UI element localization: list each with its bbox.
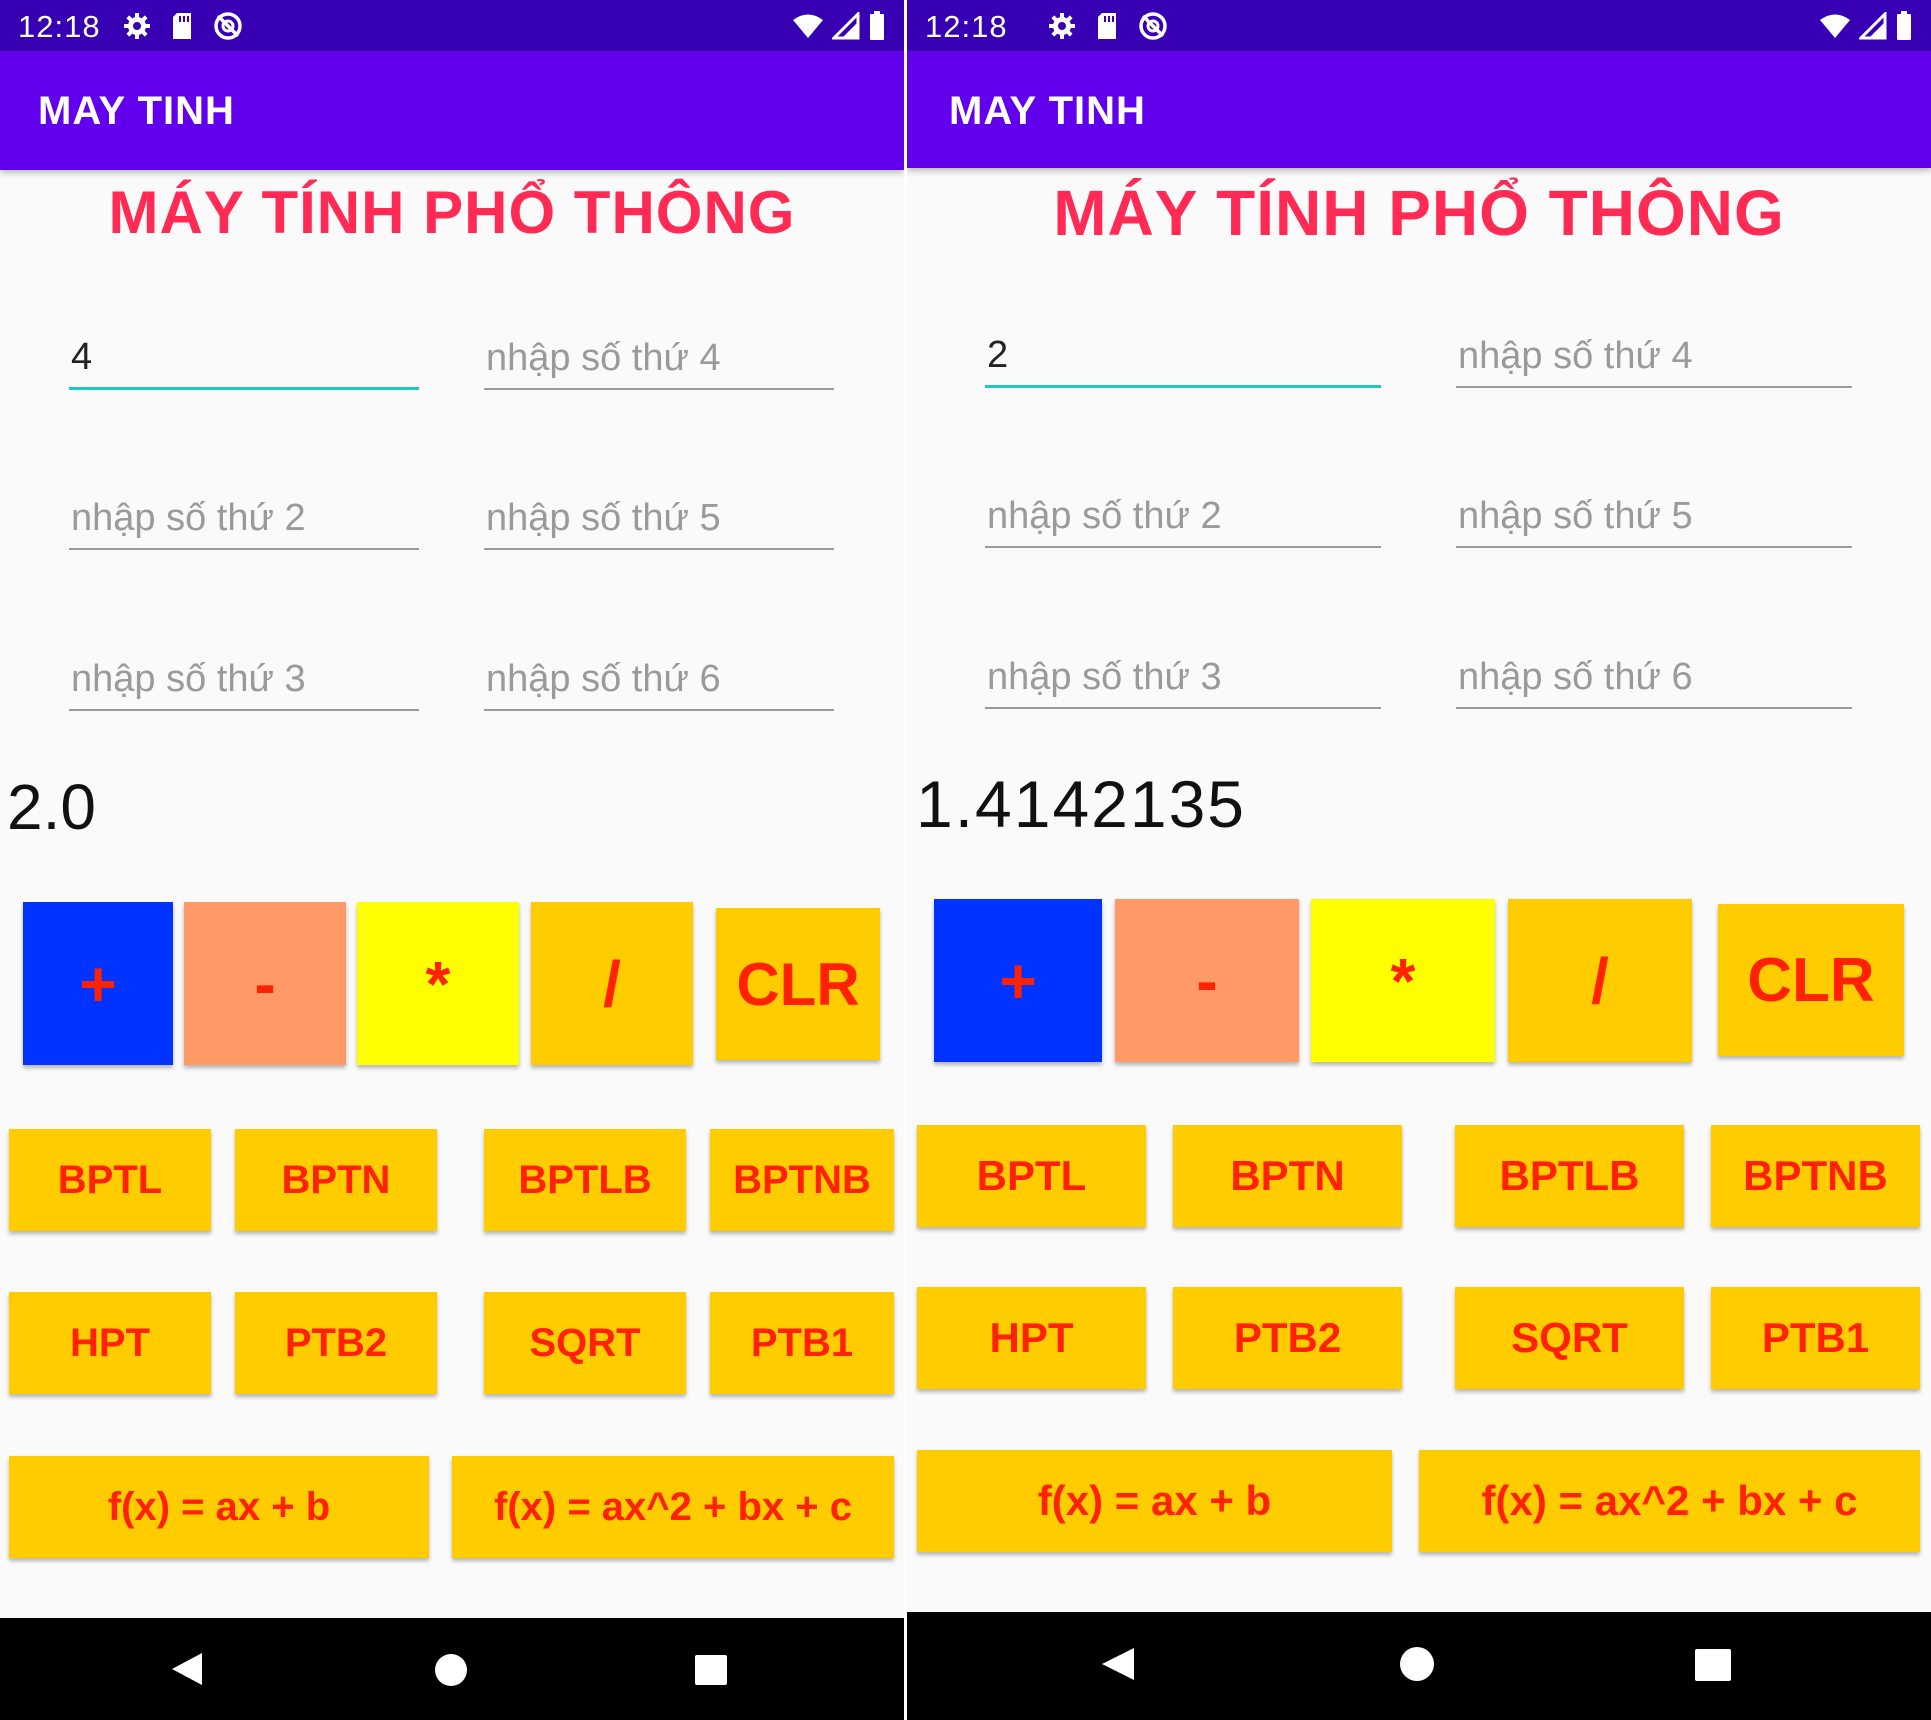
phone-screen-left: 12:18 MAY TINH MÁY TÍNH PHỔ THÔNG 4 nhập… (0, 0, 904, 1720)
navigation-bar (0, 1618, 904, 1720)
back-icon[interactable] (1100, 1646, 1136, 1682)
clear-button[interactable]: CLR (716, 908, 880, 1060)
linear-function-button[interactable]: f(x) = ax + b (917, 1450, 1392, 1552)
number-input-6[interactable]: nhập số thứ 6 (1456, 656, 1852, 709)
minus-button[interactable]: - (184, 902, 346, 1065)
navigation-bar (907, 1612, 1931, 1720)
app-title: MAY TINH (38, 89, 235, 133)
home-icon[interactable] (434, 1653, 468, 1687)
quadratic-function-button[interactable]: f(x) = ax^2 + bx + c (1419, 1450, 1920, 1552)
status-time: 12:18 (18, 9, 101, 44)
ptb1-button[interactable]: PTB1 (1711, 1287, 1920, 1389)
number-input-6-placeholder: nhập số thứ 6 (486, 658, 721, 700)
status-bar: 12:18 (907, 0, 1931, 51)
number-input-2-placeholder: nhập số thứ 2 (987, 495, 1222, 537)
multiply-button[interactable]: * (357, 902, 519, 1065)
page-heading: MÁY TÍNH PHỔ THÔNG (108, 179, 796, 246)
bptlb-button[interactable]: BPTLB (1455, 1125, 1684, 1227)
app-title: MAY TINH (949, 89, 1146, 133)
status-bar: 12:18 (0, 0, 904, 51)
number-input-6[interactable]: nhập số thứ 6 (484, 658, 834, 711)
sqrt-button[interactable]: SQRT (484, 1292, 686, 1394)
number-input-4[interactable]: nhập số thứ 4 (484, 337, 834, 390)
signal-icon (1859, 12, 1887, 40)
sd-card-icon (1098, 13, 1116, 39)
no-sync-icon (1139, 12, 1167, 40)
signal-icon (832, 12, 860, 40)
bptl-button[interactable]: BPTL (9, 1129, 211, 1231)
app-bar: MAY TINH (0, 51, 904, 170)
multiply-button[interactable]: * (1311, 899, 1495, 1062)
number-input-1-value: 4 (71, 336, 93, 378)
result-display: 2.0 (7, 771, 96, 843)
minus-button[interactable]: - (1115, 899, 1299, 1062)
bptlb-button[interactable]: BPTLB (484, 1129, 686, 1231)
bptnb-button[interactable]: BPTNB (710, 1129, 894, 1231)
battery-icon (1897, 11, 1911, 40)
number-input-2[interactable]: nhập số thứ 2 (985, 495, 1381, 548)
number-input-3[interactable]: nhập số thứ 3 (69, 658, 419, 711)
plus-button[interactable]: + (23, 902, 173, 1065)
app-bar: MAY TINH (907, 51, 1931, 168)
number-input-3-placeholder: nhập số thứ 3 (987, 656, 1222, 698)
number-input-1-value: 2 (987, 334, 1009, 376)
settings-icon (1049, 13, 1075, 39)
number-input-6-placeholder: nhập số thứ 6 (1458, 656, 1693, 698)
divide-button[interactable]: / (1508, 899, 1692, 1062)
home-icon[interactable] (1399, 1646, 1435, 1682)
number-input-3-placeholder: nhập số thứ 3 (71, 658, 306, 700)
bptn-button[interactable]: BPTN (235, 1129, 437, 1231)
battery-icon (870, 11, 884, 40)
clear-button[interactable]: CLR (1718, 904, 1904, 1056)
wifi-icon (1820, 14, 1850, 38)
number-input-4-placeholder: nhập số thứ 4 (486, 337, 721, 379)
linear-function-button[interactable]: f(x) = ax + b (9, 1456, 429, 1558)
number-input-1[interactable]: 4 (69, 336, 419, 390)
no-sync-icon (214, 12, 242, 40)
number-input-5[interactable]: nhập số thứ 5 (1456, 495, 1852, 548)
recents-icon[interactable] (694, 1654, 728, 1686)
ptb2-button[interactable]: PTB2 (1173, 1287, 1402, 1389)
number-input-5-placeholder: nhập số thứ 5 (1458, 495, 1693, 537)
hpt-button[interactable]: HPT (917, 1287, 1146, 1389)
recents-icon[interactable] (1694, 1648, 1732, 1682)
bptn-button[interactable]: BPTN (1173, 1125, 1402, 1227)
phone-screen-right: 12:18 MAY TINH MÁY TÍNH PHỔ THÔNG 2 nhập… (907, 0, 1931, 1720)
number-input-5[interactable]: nhập số thứ 5 (484, 497, 834, 550)
number-input-1[interactable]: 2 (985, 334, 1381, 388)
quadratic-function-button[interactable]: f(x) = ax^2 + bx + c (452, 1456, 894, 1558)
number-input-2-placeholder: nhập số thứ 2 (71, 497, 306, 539)
ptb2-button[interactable]: PTB2 (235, 1292, 437, 1394)
number-input-4[interactable]: nhập số thứ 4 (1456, 335, 1852, 388)
status-time: 12:18 (925, 9, 1008, 44)
bptnb-button[interactable]: BPTNB (1711, 1125, 1920, 1227)
divide-button[interactable]: / (531, 902, 693, 1065)
bptl-button[interactable]: BPTL (917, 1125, 1146, 1227)
ptb1-button[interactable]: PTB1 (710, 1292, 894, 1394)
sqrt-button[interactable]: SQRT (1455, 1287, 1684, 1389)
number-input-3[interactable]: nhập số thứ 3 (985, 656, 1381, 709)
result-display: 1.4142135 (916, 767, 1246, 841)
wifi-icon (793, 14, 823, 38)
hpt-button[interactable]: HPT (9, 1292, 211, 1394)
plus-button[interactable]: + (934, 899, 1102, 1062)
sd-card-icon (173, 13, 191, 39)
back-icon[interactable] (170, 1651, 204, 1687)
page-heading: MÁY TÍNH PHỔ THÔNG (1053, 177, 1785, 249)
number-input-2[interactable]: nhập số thứ 2 (69, 497, 419, 550)
number-input-4-placeholder: nhập số thứ 4 (1458, 335, 1693, 377)
settings-icon (124, 13, 150, 39)
number-input-5-placeholder: nhập số thứ 5 (486, 497, 721, 539)
